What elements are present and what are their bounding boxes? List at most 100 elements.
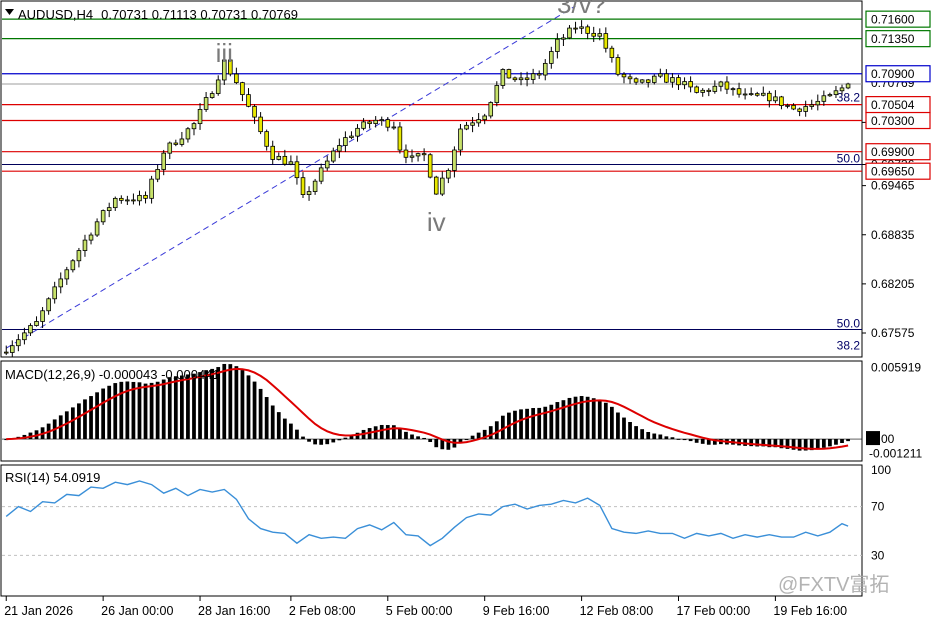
candle-body: [585, 26, 590, 34]
candle-body: [324, 160, 330, 169]
macd-label: MACD(12,26,9) -0.000043 -0.000441: [5, 367, 220, 382]
wave-label: iv: [427, 207, 446, 237]
level-box-label: 0.71600: [871, 13, 915, 27]
time-tick-label: 17 Feb 00:00: [676, 604, 750, 618]
candle-body: [500, 69, 506, 86]
macd-bar: [161, 379, 166, 440]
macd-bar: [95, 392, 99, 440]
macd-bar: [258, 388, 263, 440]
candle-body: [767, 92, 772, 102]
macd-bar: [143, 383, 148, 440]
candle-body: [22, 332, 27, 341]
candle[interactable]: [615, 54, 621, 77]
candle-body: [512, 77, 518, 81]
macd-bar: [646, 432, 651, 440]
level-price-box[interactable]: 0.70900: [865, 65, 931, 83]
candle-body: [367, 121, 372, 124]
candle[interactable]: [433, 175, 439, 195]
candle-body: [318, 167, 324, 182]
time-tick-label: 2 Feb 08:00: [289, 604, 356, 618]
candle-body: [306, 191, 312, 195]
candle-body: [427, 154, 433, 178]
level-price-box[interactable]: 0.70300: [865, 111, 931, 130]
macd-bar: [379, 424, 384, 440]
candle[interactable]: [694, 85, 699, 94]
trading-chart[interactable]: 38.250.050.038.2iiiiv3/v? 0.703000.69736…: [0, 0, 936, 624]
candle-body: [361, 121, 366, 129]
macd-bar: [337, 439, 342, 441]
price-panel[interactable]: [0, 0, 863, 358]
candle-body: [609, 47, 615, 58]
macd-bar: [628, 422, 632, 440]
macd-bar: [331, 439, 336, 443]
macd-bar: [198, 372, 202, 440]
macd-bar: [561, 400, 566, 440]
candle[interactable]: [397, 122, 403, 154]
macd-bar: [319, 439, 324, 445]
candle-body: [742, 93, 748, 96]
candle[interactable]: [488, 101, 494, 119]
candle-body: [282, 155, 288, 165]
level-box-label: 0.71350: [871, 32, 915, 46]
candle-body: [10, 345, 15, 353]
level-price-box[interactable]: 0.69900: [865, 143, 931, 161]
candle-body: [682, 81, 687, 86]
candle-body: [58, 278, 64, 288]
candle-body: [125, 199, 130, 202]
candle-body: [112, 197, 118, 209]
candle-body: [542, 62, 548, 76]
macd-bar: [537, 407, 542, 440]
candle-body: [530, 73, 536, 80]
candle-body: [34, 321, 39, 326]
candle-body: [676, 77, 681, 86]
macd-bar: [252, 381, 257, 440]
candle-body: [591, 32, 596, 37]
candle-body: [82, 239, 88, 251]
candle-body: [773, 96, 778, 102]
candle-body: [748, 93, 754, 96]
rsi-panel[interactable]: [0, 464, 863, 597]
candle-body: [827, 94, 833, 97]
candle-body: [706, 89, 712, 92]
candle-body: [403, 149, 409, 158]
candle-body: [833, 90, 839, 95]
macd-bar: [700, 439, 705, 444]
candle-body: [294, 161, 300, 179]
macd-bar: [295, 429, 299, 440]
candle-body: [791, 104, 796, 110]
rsi-tick-label: 30: [871, 548, 885, 562]
candle-body: [264, 131, 269, 147]
candle-body: [700, 89, 705, 93]
level-price-box[interactable]: 0.71600: [865, 10, 931, 28]
candle-body: [161, 152, 166, 170]
candle-body: [736, 88, 742, 95]
level-price-box[interactable]: 0.69650: [865, 162, 931, 180]
macd-bar: [634, 426, 638, 440]
candle-body: [46, 298, 51, 312]
candle-body: [155, 169, 160, 180]
macd-bar: [264, 397, 269, 440]
candle-body: [197, 109, 203, 125]
candle[interactable]: [500, 68, 506, 89]
price-tick-label: 0.67575: [871, 326, 915, 340]
candle-body: [754, 93, 760, 96]
candle-body: [203, 97, 209, 110]
candle-body: [379, 119, 385, 122]
candle-body: [464, 124, 469, 130]
level-price-box[interactable]: 0.70504: [865, 96, 931, 114]
level-price-box[interactable]: 0.71350: [865, 30, 931, 48]
candle-body: [234, 73, 239, 84]
candle[interactable]: [506, 68, 512, 79]
price-tick-label: 0.68835: [871, 228, 915, 242]
symbol-label: AUDUSD,H4 0.70731 0.71113 0.70731 0.70769: [18, 7, 298, 22]
macd-bar: [101, 388, 106, 440]
candle[interactable]: [427, 153, 433, 179]
candle-body: [100, 210, 106, 223]
candle-body: [561, 37, 566, 40]
candle-body: [555, 38, 560, 52]
candle-body: [88, 234, 94, 241]
macd-bar: [107, 385, 112, 440]
candle[interactable]: [845, 82, 851, 90]
time-tick-label: 19 Feb 16:00: [773, 604, 847, 618]
candle-body: [845, 83, 851, 89]
